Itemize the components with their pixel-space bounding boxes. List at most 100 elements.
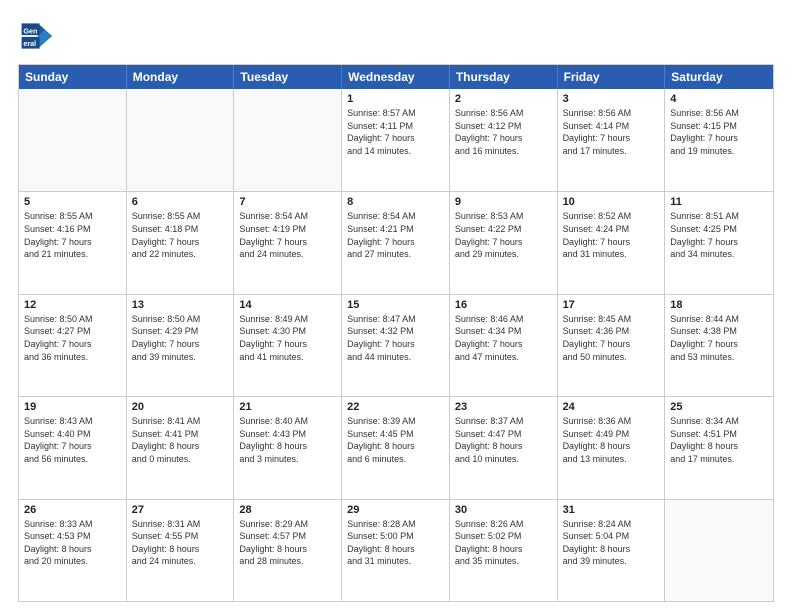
- day-info: Sunrise: 8:51 AM Sunset: 4:25 PM Dayligh…: [670, 210, 768, 260]
- day-number: 11: [670, 196, 768, 208]
- calendar-cell: 13 Sunrise: 8:50 AM Sunset: 4:29 PM Dayli…: [127, 295, 235, 396]
- day-info: Sunrise: 8:54 AM Sunset: 4:21 PM Dayligh…: [347, 210, 444, 260]
- calendar-cell: 8 Sunrise: 8:54 AM Sunset: 4:21 PM Daylig…: [342, 192, 450, 293]
- day-info: Sunrise: 8:29 AM Sunset: 4:57 PM Dayligh…: [239, 518, 336, 568]
- day-info: Sunrise: 8:56 AM Sunset: 4:12 PM Dayligh…: [455, 107, 552, 157]
- day-number: 10: [563, 196, 660, 208]
- day-number: 22: [347, 401, 444, 413]
- day-info: Sunrise: 8:31 AM Sunset: 4:55 PM Dayligh…: [132, 518, 229, 568]
- calendar-cell: 5 Sunrise: 8:55 AM Sunset: 4:16 PM Daylig…: [19, 192, 127, 293]
- day-info: Sunrise: 8:45 AM Sunset: 4:36 PM Dayligh…: [563, 313, 660, 363]
- day-number: 9: [455, 196, 552, 208]
- calendar-cell: 11 Sunrise: 8:51 AM Sunset: 4:25 PM Dayli…: [665, 192, 773, 293]
- calendar-cell: [127, 89, 235, 191]
- calendar-cell: 16 Sunrise: 8:46 AM Sunset: 4:34 PM Dayli…: [450, 295, 558, 396]
- calendar-body: 1Sunrise: 8:57 AM Sunset: 4:11 PM Daylig…: [19, 89, 773, 601]
- svg-text:Gen: Gen: [23, 26, 37, 35]
- weekday-header: Saturday: [665, 65, 773, 89]
- calendar-cell: 30Sunrise: 8:26 AM Sunset: 5:02 PM Dayli…: [450, 500, 558, 601]
- day-number: 18: [670, 299, 768, 311]
- calendar-cell: 24 Sunrise: 8:36 AM Sunset: 4:49 PM Dayli…: [558, 397, 666, 498]
- day-info: Sunrise: 8:24 AM Sunset: 5:04 PM Dayligh…: [563, 518, 660, 568]
- day-info: Sunrise: 8:50 AM Sunset: 4:27 PM Dayligh…: [24, 313, 121, 363]
- day-info: Sunrise: 8:26 AM Sunset: 5:02 PM Dayligh…: [455, 518, 552, 568]
- day-number: 6: [132, 196, 229, 208]
- weekday-header: Monday: [127, 65, 235, 89]
- calendar-cell: 20 Sunrise: 8:41 AM Sunset: 4:41 PM Dayli…: [127, 397, 235, 498]
- calendar-cell: 2 Sunrise: 8:56 AM Sunset: 4:12 PM Daylig…: [450, 89, 558, 191]
- calendar-week: 26 Sunrise: 8:33 AM Sunset: 4:53 PM Dayli…: [19, 499, 773, 601]
- day-number: 13: [132, 299, 229, 311]
- calendar-cell: 14Sunrise: 8:49 AM Sunset: 4:30 PM Dayli…: [234, 295, 342, 396]
- header: Gen eral: [18, 18, 774, 54]
- day-number: 5: [24, 196, 121, 208]
- day-info: Sunrise: 8:47 AM Sunset: 4:32 PM Dayligh…: [347, 313, 444, 363]
- calendar-cell: 17 Sunrise: 8:45 AM Sunset: 4:36 PM Dayli…: [558, 295, 666, 396]
- calendar-week: 5 Sunrise: 8:55 AM Sunset: 4:16 PM Daylig…: [19, 191, 773, 293]
- weekday-header: Friday: [558, 65, 666, 89]
- day-number: 7: [239, 196, 336, 208]
- day-number: 14: [239, 299, 336, 311]
- calendar-cell: 21Sunrise: 8:40 AM Sunset: 4:43 PM Dayli…: [234, 397, 342, 498]
- day-info: Sunrise: 8:54 AM Sunset: 4:19 PM Dayligh…: [239, 210, 336, 260]
- calendar-cell: 27Sunrise: 8:31 AM Sunset: 4:55 PM Dayli…: [127, 500, 235, 601]
- calendar-cell: 23 Sunrise: 8:37 AM Sunset: 4:47 PM Dayli…: [450, 397, 558, 498]
- day-number: 2: [455, 93, 552, 105]
- day-info: Sunrise: 8:55 AM Sunset: 4:16 PM Dayligh…: [24, 210, 121, 260]
- day-number: 20: [132, 401, 229, 413]
- day-number: 26: [24, 504, 121, 516]
- calendar-week: 12 Sunrise: 8:50 AM Sunset: 4:27 PM Dayli…: [19, 294, 773, 396]
- day-number: 12: [24, 299, 121, 311]
- svg-text:eral: eral: [23, 39, 36, 48]
- day-number: 25: [670, 401, 768, 413]
- day-number: 3: [563, 93, 660, 105]
- day-number: 17: [563, 299, 660, 311]
- calendar-cell: 22Sunrise: 8:39 AM Sunset: 4:45 PM Dayli…: [342, 397, 450, 498]
- calendar-cell: 6 Sunrise: 8:55 AM Sunset: 4:18 PM Daylig…: [127, 192, 235, 293]
- calendar-cell: 19 Sunrise: 8:43 AM Sunset: 4:40 PM Dayli…: [19, 397, 127, 498]
- day-info: Sunrise: 8:44 AM Sunset: 4:38 PM Dayligh…: [670, 313, 768, 363]
- calendar-cell: 26 Sunrise: 8:33 AM Sunset: 4:53 PM Dayli…: [19, 500, 127, 601]
- day-info: Sunrise: 8:34 AM Sunset: 4:51 PM Dayligh…: [670, 415, 768, 465]
- calendar-header: SundayMondayTuesdayWednesdayThursdayFrid…: [19, 65, 773, 89]
- calendar-cell: 1Sunrise: 8:57 AM Sunset: 4:11 PM Daylig…: [342, 89, 450, 191]
- weekday-header: Thursday: [450, 65, 558, 89]
- calendar-cell: 28 Sunrise: 8:29 AM Sunset: 4:57 PM Dayli…: [234, 500, 342, 601]
- day-info: Sunrise: 8:55 AM Sunset: 4:18 PM Dayligh…: [132, 210, 229, 260]
- day-info: Sunrise: 8:46 AM Sunset: 4:34 PM Dayligh…: [455, 313, 552, 363]
- logo: Gen eral: [18, 18, 58, 54]
- calendar-week: 1Sunrise: 8:57 AM Sunset: 4:11 PM Daylig…: [19, 89, 773, 191]
- day-number: 19: [24, 401, 121, 413]
- weekday-header: Sunday: [19, 65, 127, 89]
- day-info: Sunrise: 8:33 AM Sunset: 4:53 PM Dayligh…: [24, 518, 121, 568]
- calendar-cell: [234, 89, 342, 191]
- day-info: Sunrise: 8:37 AM Sunset: 4:47 PM Dayligh…: [455, 415, 552, 465]
- day-info: Sunrise: 8:52 AM Sunset: 4:24 PM Dayligh…: [563, 210, 660, 260]
- day-number: 23: [455, 401, 552, 413]
- page: Gen eral SundayMondayTuesdayWednesdayThu…: [0, 0, 792, 612]
- calendar-cell: 3Sunrise: 8:56 AM Sunset: 4:14 PM Daylig…: [558, 89, 666, 191]
- calendar-cell: 25 Sunrise: 8:34 AM Sunset: 4:51 PM Dayli…: [665, 397, 773, 498]
- day-number: 16: [455, 299, 552, 311]
- day-number: 8: [347, 196, 444, 208]
- calendar-cell: 4Sunrise: 8:56 AM Sunset: 4:15 PM Daylig…: [665, 89, 773, 191]
- day-number: 28: [239, 504, 336, 516]
- day-info: Sunrise: 8:41 AM Sunset: 4:41 PM Dayligh…: [132, 415, 229, 465]
- calendar-cell: 15 Sunrise: 8:47 AM Sunset: 4:32 PM Dayli…: [342, 295, 450, 396]
- day-info: Sunrise: 8:56 AM Sunset: 4:15 PM Dayligh…: [670, 107, 768, 157]
- day-info: Sunrise: 8:43 AM Sunset: 4:40 PM Dayligh…: [24, 415, 121, 465]
- calendar-cell: [665, 500, 773, 601]
- day-info: Sunrise: 8:28 AM Sunset: 5:00 PM Dayligh…: [347, 518, 444, 568]
- day-info: Sunrise: 8:50 AM Sunset: 4:29 PM Dayligh…: [132, 313, 229, 363]
- day-number: 24: [563, 401, 660, 413]
- day-number: 29: [347, 504, 444, 516]
- day-info: Sunrise: 8:36 AM Sunset: 4:49 PM Dayligh…: [563, 415, 660, 465]
- calendar-cell: 10 Sunrise: 8:52 AM Sunset: 4:24 PM Dayli…: [558, 192, 666, 293]
- calendar: SundayMondayTuesdayWednesdayThursdayFrid…: [18, 64, 774, 602]
- calendar-cell: 29 Sunrise: 8:28 AM Sunset: 5:00 PM Dayli…: [342, 500, 450, 601]
- weekday-header: Tuesday: [234, 65, 342, 89]
- day-info: Sunrise: 8:40 AM Sunset: 4:43 PM Dayligh…: [239, 415, 336, 465]
- day-number: 15: [347, 299, 444, 311]
- calendar-cell: [19, 89, 127, 191]
- day-info: Sunrise: 8:57 AM Sunset: 4:11 PM Dayligh…: [347, 107, 444, 157]
